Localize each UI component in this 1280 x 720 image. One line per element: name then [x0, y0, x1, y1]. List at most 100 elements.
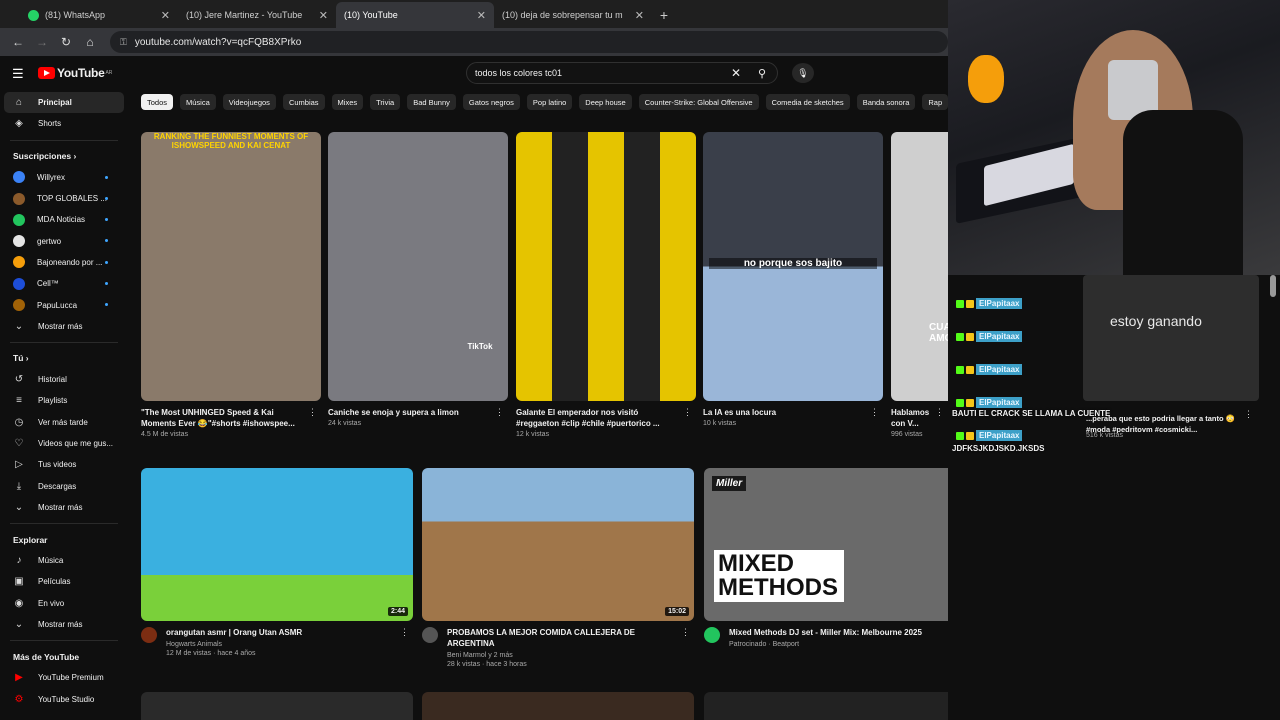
filter-chip[interactable]: Videojuegos — [222, 94, 276, 110]
sidebar-item[interactable]: TOP GLOBALES ... — [0, 188, 128, 209]
filter-chip[interactable]: Bad Bunny — [407, 94, 456, 110]
browser-tab[interactable]: (10) Jere Martinez - YouTube ✕ — [178, 2, 336, 69]
sidebar-item[interactable]: ⌄ Mostrar más — [0, 497, 128, 518]
video-card[interactable]: 2:44 orangutan asmr | Orang Utan ASMR Hogw… — [141, 468, 413, 657]
url-field[interactable]: ⚿ youtube.com/watch?v=qcFQB8XPrko — [110, 31, 948, 53]
video-thumbnail[interactable]: 2:44 — [141, 468, 413, 621]
short-thumbnail[interactable]: RANKING THE FUNNIEST MOMENTS OF ISHOWSPE… — [141, 132, 321, 401]
video-thumbnail[interactable]: MIXED METHODS Miller — [704, 468, 948, 621]
video-card[interactable]: MIXED METHODS Miller Mixed Methods DJ set … — [704, 468, 948, 648]
video-title[interactable]: PROBAMOS LA MEJOR COMIDA CALLEJERA DE AR… — [447, 627, 694, 649]
short-card[interactable]: RANKING THE FUNNIEST MOMENTS OF ISHOWSPE… — [141, 132, 321, 438]
reload-icon[interactable]: ↻ — [54, 30, 78, 54]
short-thumbnail[interactable] — [516, 132, 696, 401]
sidebar-item[interactable]: ♪ Música — [0, 550, 128, 571]
short-card[interactable]: TikTok ⋮ Caniche se enoja y supera a limon… — [328, 132, 508, 427]
more-options-icon[interactable]: ⋮ — [495, 407, 504, 418]
you-header[interactable]: Tú › — [0, 348, 128, 369]
browser-tab[interactable]: (10) YouTube ✕ — [336, 2, 494, 69]
sidebar-item[interactable]: ⚙ YouTube Studio — [0, 689, 128, 710]
clear-icon[interactable]: ✕ — [725, 66, 747, 80]
filter-chip[interactable]: Mixes — [331, 94, 364, 110]
channel-avatar[interactable] — [704, 627, 720, 643]
more-options-icon[interactable]: ⋮ — [400, 627, 409, 638]
close-icon[interactable]: ✕ — [319, 9, 328, 22]
close-icon[interactable]: ✕ — [161, 9, 170, 22]
filter-chip[interactable]: Pop latino — [526, 94, 573, 110]
more-options-icon[interactable]: ⋮ — [683, 407, 692, 418]
short-thumbnail[interactable]: TikTok — [328, 132, 508, 401]
scrollbar-thumb[interactable] — [1270, 275, 1276, 297]
filter-chip[interactable]: Música — [180, 94, 216, 110]
sidebar-item[interactable]: ⌄ Mostrar más — [0, 614, 128, 635]
more-options-icon[interactable]: ⋮ — [870, 407, 879, 418]
menu-icon[interactable]: ☰ — [12, 66, 24, 82]
filter-chip[interactable]: Counter-Strike: Global Offensive — [638, 94, 759, 110]
short-title[interactable]: "The Most UNHINGED Speed & Kai Moments E… — [141, 407, 321, 429]
channel-name[interactable]: Patrocinado · Beatport — [729, 641, 936, 648]
short-card[interactable]: no porque sos bajito ⋮ La IA es una locura… — [703, 132, 883, 427]
thumbnail-partial[interactable] — [422, 692, 694, 720]
search-box[interactable]: todos los colores tc01 ✕ ⚲ — [466, 62, 778, 84]
more-options-icon[interactable]: ⋮ — [935, 407, 944, 418]
video-title[interactable]: Mixed Methods DJ set - Miller Mix: Melbo… — [729, 627, 936, 638]
sidebar-item[interactable]: ⌂ Principal — [4, 92, 124, 114]
sidebar-item[interactable]: ▷ Tus videos — [0, 454, 128, 475]
filter-chip[interactable]: Comedia de sketches — [765, 94, 850, 110]
subscriptions-header[interactable]: Suscripciones › — [0, 146, 128, 167]
filter-chip[interactable]: Banda sonora — [856, 94, 916, 110]
close-icon[interactable]: ✕ — [635, 9, 644, 22]
sidebar-item[interactable]: ⤓ Descargas — [0, 475, 128, 496]
channel-avatar[interactable] — [141, 627, 157, 643]
back-icon[interactable]: ← — [6, 30, 30, 54]
short-title[interactable]: La IA es una locura — [703, 407, 883, 418]
short-card[interactable]: ⋮ Galante El emperador nos visitó #reggae… — [516, 132, 696, 438]
thumbnail-partial[interactable] — [704, 692, 948, 720]
more-options-icon[interactable]: ⋮ — [681, 627, 690, 638]
sidebar-item[interactable]: MDA Noticias — [0, 209, 128, 230]
sidebar-item[interactable]: PapuLucca — [0, 294, 128, 315]
sidebar-item[interactable]: Willyrex — [0, 167, 128, 188]
new-tab-icon[interactable]: + — [652, 2, 676, 28]
video-title[interactable]: orangutan asmr | Orang Utan ASMR — [166, 627, 316, 638]
browser-tab[interactable]: (81) WhatsApp ✕ — [20, 2, 178, 28]
sidebar-item[interactable]: Cell™ — [0, 273, 128, 294]
sidebar-item[interactable]: Bajoneando por ... — [0, 252, 128, 273]
sidebar-item[interactable]: ◷ Ver más tarde — [0, 412, 128, 433]
filter-chip[interactable]: Trivia — [370, 94, 401, 110]
short-card[interactable]: CUANTO VALE HACER EL AMOR?⋮Hablamos con … — [891, 132, 948, 438]
sidebar-item[interactable]: ↺ Historial — [0, 369, 128, 390]
sidebar-item[interactable]: ⌄ Mostrar más — [0, 316, 128, 337]
filter-chip[interactable]: Deep house — [579, 94, 632, 110]
short-title[interactable]: Galante El emperador nos visitó #reggaet… — [516, 407, 696, 429]
thumbnail-partial[interactable] — [141, 692, 413, 720]
video-card[interactable]: 15:02 PROBAMOS LA MEJOR COMIDA CALLEJERA … — [422, 468, 694, 668]
home-icon[interactable]: ⌂ — [78, 30, 102, 54]
short-thumbnail[interactable]: no porque sos bajito — [703, 132, 883, 401]
close-icon[interactable]: ✕ — [477, 9, 486, 22]
sidebar-item[interactable]: ♡ Videos que me gus... — [0, 433, 128, 454]
filter-chip[interactable]: Rap — [922, 94, 948, 110]
filter-chip[interactable]: Gatos negros — [462, 94, 520, 110]
channel-name[interactable]: Hogwarts Animals — [166, 641, 316, 648]
sidebar-item[interactable]: ▣ Películas — [0, 571, 128, 592]
more-options-icon[interactable]: ⋮ — [1244, 409, 1253, 420]
browser-tab[interactable]: (10) deja de sobrepensar tu m ✕ — [494, 2, 652, 69]
sidebar-item[interactable]: gertwo — [0, 230, 128, 251]
search-icon[interactable]: ⚲ — [747, 67, 777, 80]
sidebar-item[interactable]: ▶ YouTube Premium — [0, 667, 128, 688]
short-thumbnail[interactable]: CUANTO VALE HACER EL AMOR? — [891, 132, 948, 401]
sidebar-item[interactable]: ≡ Playlists — [0, 390, 128, 411]
search-input[interactable]: todos los colores tc01 — [475, 68, 725, 78]
youtube-logo[interactable]: YouTube AR — [38, 66, 112, 80]
sidebar-item[interactable]: ◈ Shorts — [0, 113, 128, 134]
filter-chip[interactable]: Cumbias — [282, 94, 325, 110]
channel-name[interactable]: Beni Marmol y 2 más — [447, 652, 694, 659]
channel-avatar[interactable] — [422, 627, 438, 643]
sidebar-item[interactable]: ◉ En vivo — [0, 593, 128, 614]
site-info-icon[interactable]: ⚿ — [120, 37, 127, 48]
video-thumbnail[interactable]: 15:02 — [422, 468, 694, 621]
filter-chip[interactable]: Todos — [141, 94, 174, 110]
short-title[interactable]: Caniche se enoja y supera a limon — [328, 407, 508, 418]
more-options-icon[interactable]: ⋮ — [308, 407, 317, 418]
